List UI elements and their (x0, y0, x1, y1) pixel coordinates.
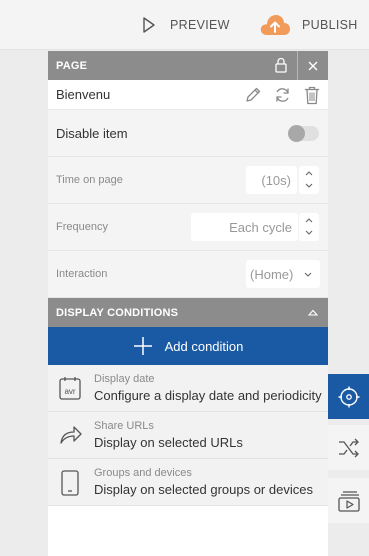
calendar-avr-icon: avr (59, 377, 81, 400)
share-arrow-icon (60, 426, 82, 444)
time-on-page-stepper (299, 166, 319, 194)
frequency-stepper (299, 213, 319, 241)
interaction-label: Interaction (56, 268, 108, 280)
top-toolbar: PREVIEW PUBLISH (0, 0, 369, 50)
play-icon (143, 17, 155, 33)
rail-target-button[interactable] (328, 374, 369, 419)
shuffle-icon (338, 438, 359, 457)
time-on-page-input[interactable]: (10s) (246, 166, 297, 194)
chevron-up-icon[interactable] (304, 170, 314, 177)
frequency-input[interactable]: Each cycle (191, 213, 298, 241)
lock-icon[interactable] (274, 57, 288, 73)
disable-item-row: Disable item (48, 110, 328, 157)
frequency-label: Frequency (56, 221, 108, 233)
publish-button[interactable]: PUBLISH (259, 12, 358, 38)
item-name-row: Bienvenu (48, 80, 328, 110)
preview-label: PREVIEW (170, 18, 230, 32)
trash-icon[interactable] (304, 86, 320, 105)
publish-label: PUBLISH (302, 18, 358, 32)
add-condition-label: Add condition (164, 338, 244, 354)
target-icon (338, 386, 359, 407)
condition-title: Display date (94, 373, 155, 385)
display-conditions-title: DISPLAY CONDITIONS (56, 306, 179, 319)
add-condition-button[interactable]: Add condition (48, 327, 328, 365)
svg-text:avr: avr (64, 387, 75, 396)
interaction-value: (Home) (250, 266, 294, 282)
chevron-up-icon[interactable] (304, 217, 314, 224)
disable-item-label: Disable item (56, 125, 128, 141)
page-properties-panel: PAGE Bienvenu Disable item Time on page … (48, 51, 328, 556)
disable-item-toggle[interactable] (288, 125, 319, 142)
chevron-down-icon (304, 272, 312, 277)
time-on-page-row: Time on page (10s) (48, 157, 328, 204)
device-icon (61, 470, 79, 496)
plus-icon (133, 337, 152, 355)
condition-display-date[interactable]: avr Display date Configure a display dat… (48, 365, 328, 412)
refresh-icon[interactable] (273, 86, 292, 104)
cloud-upload-icon (260, 15, 290, 35)
edit-pencil-icon[interactable] (244, 86, 262, 104)
rail-transition-button[interactable] (328, 425, 369, 470)
preview-button[interactable]: PREVIEW (142, 12, 230, 38)
panel-header: PAGE (48, 51, 328, 80)
close-button[interactable] (297, 51, 328, 80)
chevron-down-icon[interactable] (304, 229, 314, 236)
media-playlist-icon (337, 490, 360, 512)
display-conditions-header[interactable]: DISPLAY CONDITIONS (48, 298, 328, 327)
condition-title: Share URLs (94, 420, 154, 432)
collapse-caret-icon (308, 309, 318, 316)
interaction-select[interactable]: (Home) (246, 260, 320, 288)
interaction-row: Interaction (Home) (48, 251, 328, 298)
item-name: Bienvenu (56, 87, 111, 102)
close-icon (308, 61, 318, 70)
condition-title: Groups and devices (94, 467, 192, 479)
condition-groups-devices[interactable]: Groups and devices Display on selected g… (48, 459, 328, 506)
toggle-knob (288, 125, 305, 142)
condition-description: Configure a display date and periodicity (94, 388, 322, 403)
rail-media-button[interactable] (328, 478, 369, 523)
time-on-page-label: Time on page (56, 174, 123, 186)
condition-share-urls[interactable]: Share URLs Display on selected URLs (48, 412, 328, 459)
frequency-row: Frequency Each cycle (48, 204, 328, 251)
condition-description: Display on selected groups or devices (94, 482, 313, 497)
panel-title: PAGE (56, 59, 88, 72)
condition-description: Display on selected URLs (94, 435, 243, 450)
chevron-down-icon[interactable] (304, 182, 314, 189)
